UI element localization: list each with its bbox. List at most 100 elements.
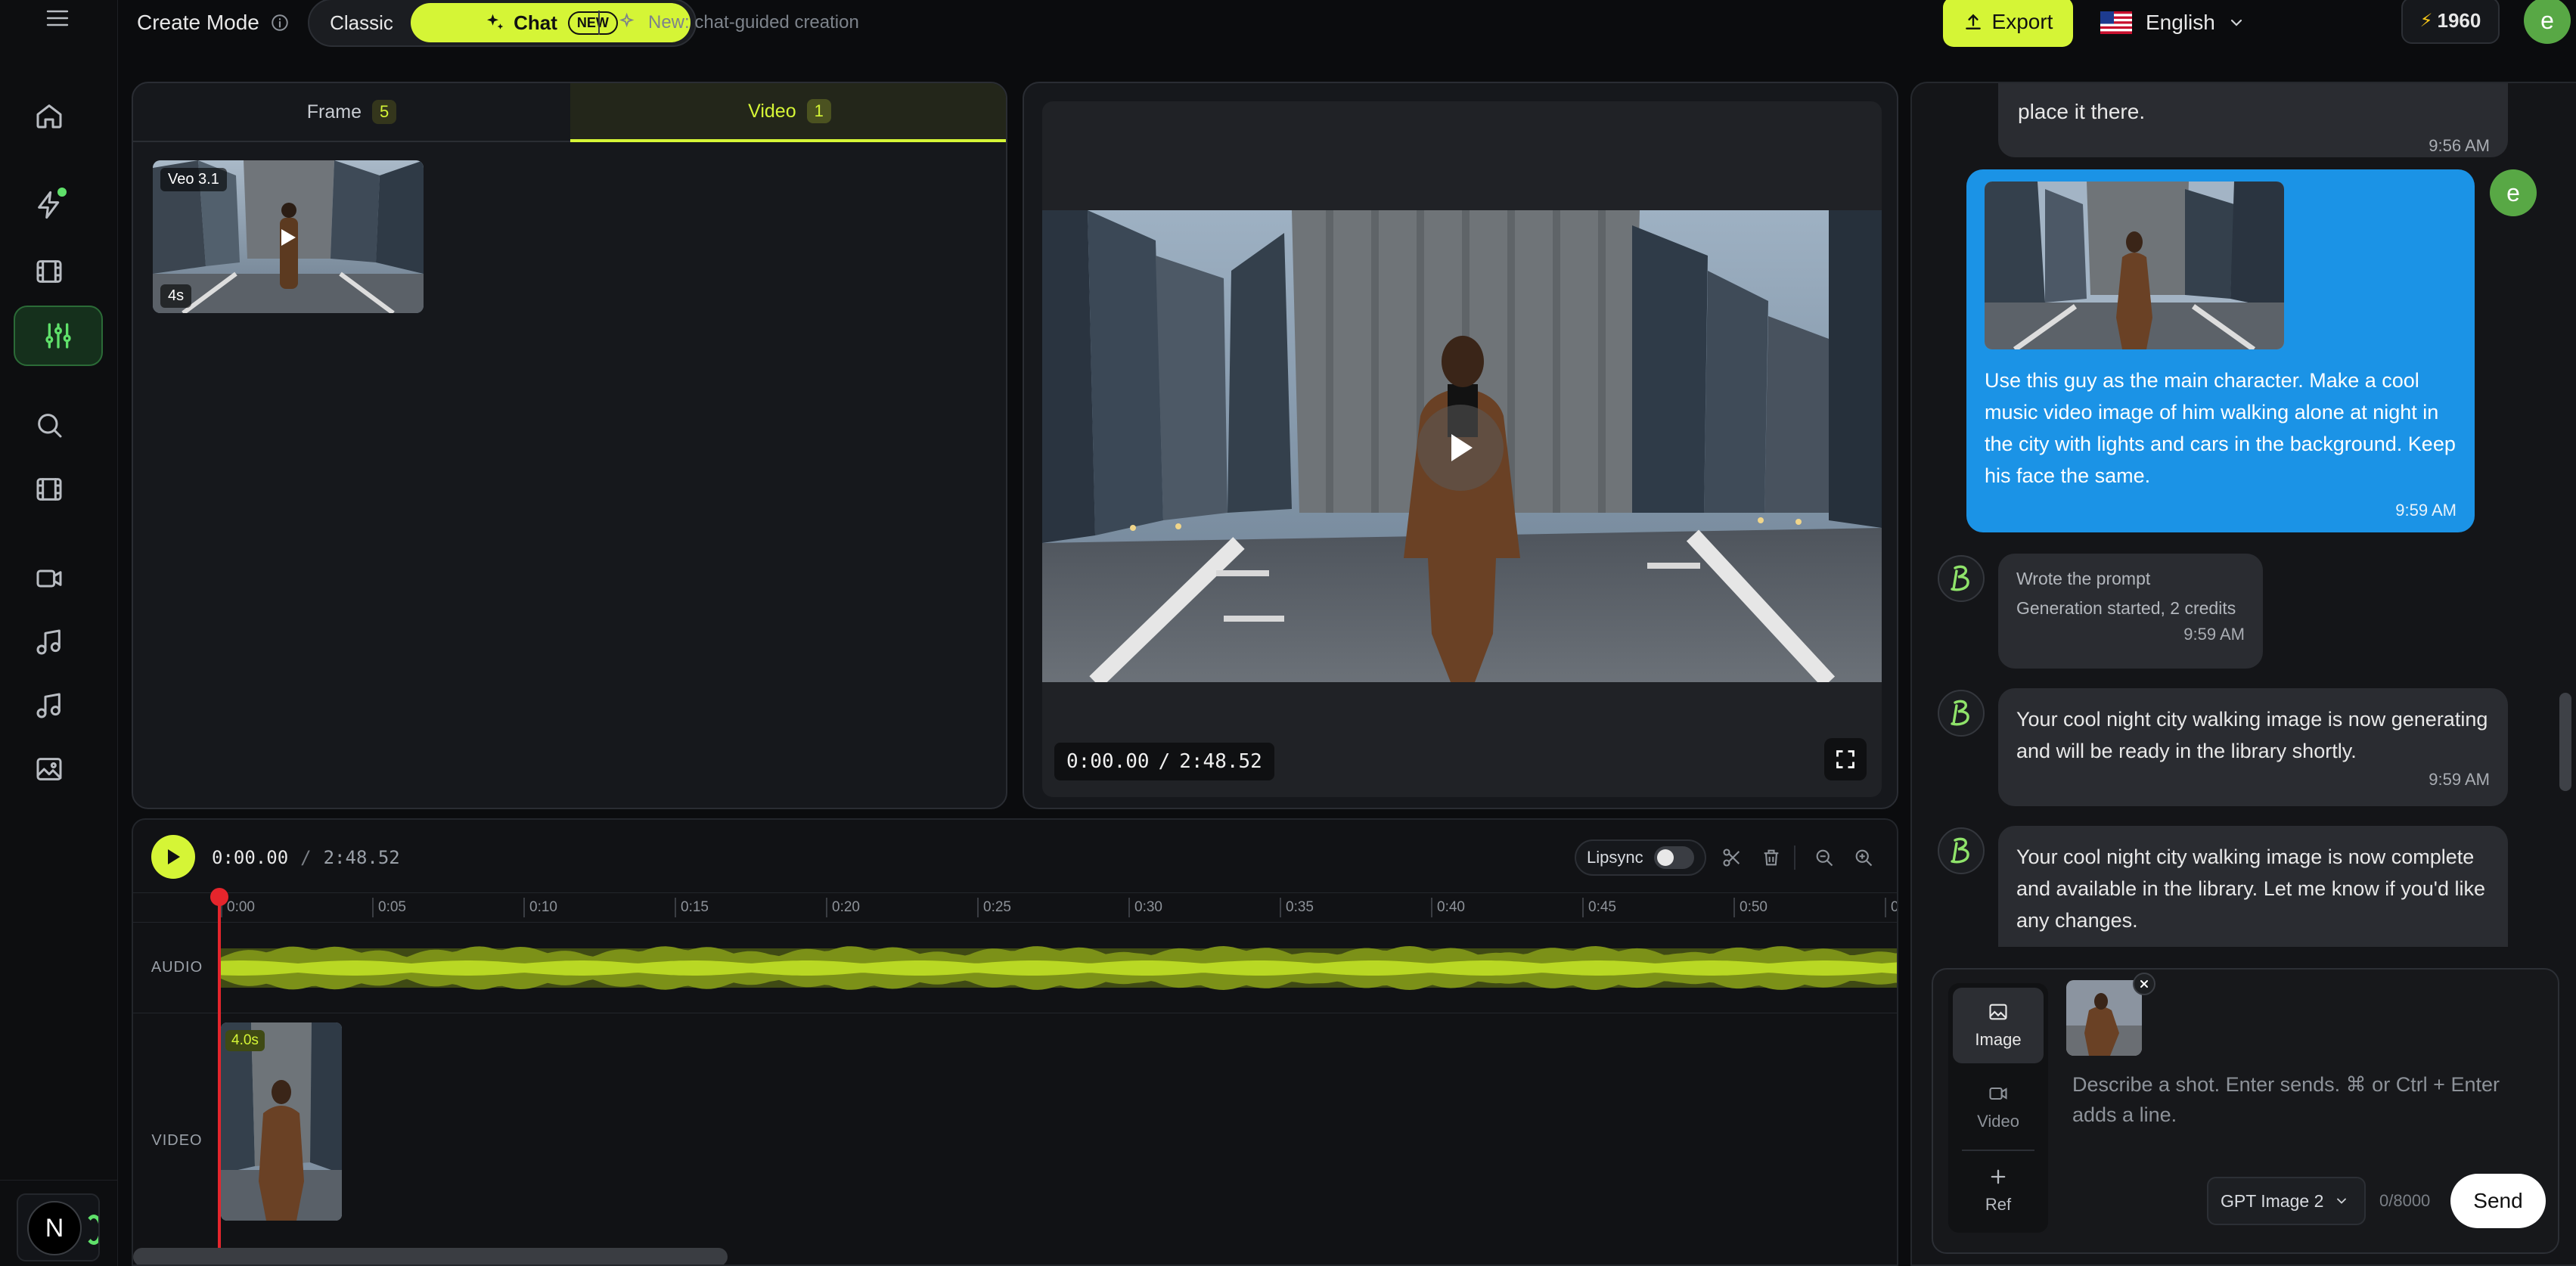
mode-image-label: Image xyxy=(1975,1030,2022,1049)
mode-image-button[interactable]: Image xyxy=(1953,988,2044,1063)
profile-avatar[interactable]: N xyxy=(27,1201,82,1255)
header-divider xyxy=(598,11,600,35)
tab-chat-label: Chat xyxy=(514,11,557,34)
preview-play-button[interactable] xyxy=(1417,405,1504,491)
mode-title: Create Mode xyxy=(137,9,290,36)
app-launcher-tile[interactable]: N xyxy=(17,1193,100,1261)
tab-frame[interactable]: Frame 5 xyxy=(133,83,570,142)
app-window: N Create Mode Classic Chat NEW New: chat… xyxy=(0,0,2576,1266)
film-icon[interactable] xyxy=(30,253,68,290)
message-text: Your cool night city walking image is no… xyxy=(2016,708,2488,762)
preview-timecode: 0:00.00 / 2:48.52 xyxy=(1054,743,1274,780)
notification-dot xyxy=(57,188,67,197)
lipsync-switch[interactable] xyxy=(1653,846,1694,869)
home-icon[interactable] xyxy=(30,97,68,135)
assistant-avatar xyxy=(1938,555,1985,602)
attached-image[interactable] xyxy=(1985,182,2284,349)
subtitle-text: New: chat-guided creation xyxy=(648,12,859,33)
film-library-icon[interactable] xyxy=(30,470,68,508)
ruler-tick-label: 0:5 xyxy=(1885,898,1897,917)
video-camera-icon xyxy=(1989,1087,2007,1100)
assistant-avatar xyxy=(1938,690,1985,737)
header-subtitle: New: chat-guided creation xyxy=(618,9,859,36)
ref-label: Ref xyxy=(1985,1195,2012,1214)
preview-time-current: 0:00.00 xyxy=(1066,750,1150,773)
info-icon[interactable] xyxy=(270,13,290,33)
video-count-badge: 1 xyxy=(806,99,831,123)
music-library-icon[interactable] xyxy=(30,687,68,725)
timeline-play-button[interactable] xyxy=(151,835,195,879)
send-button[interactable]: Send xyxy=(2450,1174,2546,1228)
zoom-in-icon[interactable] xyxy=(1853,847,1874,868)
status-line-1: Wrote the prompt xyxy=(2016,569,2151,588)
export-button[interactable]: Export xyxy=(1943,0,2073,47)
audio-track[interactable] xyxy=(221,923,1897,1013)
playhead[interactable] xyxy=(218,892,221,1264)
toolbar-divider xyxy=(1794,846,1795,870)
video-clip-thumbnail[interactable]: Veo 3.1 4s xyxy=(153,160,424,313)
brand-b-icon xyxy=(1951,565,1969,591)
ruler-tick-label: 0:15 xyxy=(675,898,709,917)
mode-video-button[interactable]: Video xyxy=(1953,1069,2044,1145)
timeline-time-separator: / xyxy=(300,847,312,868)
tab-video-label: Video xyxy=(748,100,796,122)
remove-reference-button[interactable] xyxy=(2133,973,2155,995)
reference-thumbnail-image xyxy=(2066,980,2142,1056)
play-icon[interactable] xyxy=(278,227,298,248)
attached-image-preview xyxy=(1985,182,2284,349)
playhead-handle[interactable] xyxy=(210,888,228,906)
message-text: place it there. xyxy=(2018,100,2146,123)
horizontal-scrollbar[interactable] xyxy=(133,1248,728,1264)
sparkle-icon xyxy=(487,14,504,29)
reference-thumbnail[interactable] xyxy=(2066,980,2142,1056)
ruler-tick-label: 0:30 xyxy=(1128,898,1162,917)
lipsync-label: Lipsync xyxy=(1587,848,1643,867)
ruler-tick-label: 0:25 xyxy=(977,898,1011,917)
zoom-out-icon[interactable] xyxy=(1814,847,1835,868)
ref-button[interactable]: Ref xyxy=(1953,1153,2044,1228)
message-time: 9:59 AM xyxy=(2395,501,2457,520)
user-menu[interactable]: e eiwen xyxy=(2524,0,2576,45)
tab-video[interactable]: Video 1 xyxy=(570,83,1006,142)
fullscreen-icon xyxy=(1836,750,1854,768)
model-selector[interactable]: GPT Image 2 xyxy=(2207,1177,2366,1225)
lipsync-toggle[interactable]: Lipsync xyxy=(1575,839,1706,876)
menu-icon[interactable] xyxy=(42,5,73,32)
image-icon xyxy=(1989,1004,2007,1020)
play-icon xyxy=(168,849,180,864)
chat-scroll-area[interactable]: place it there. 9:56 AM Use this guy as … xyxy=(1912,83,2576,947)
language-selector[interactable]: English xyxy=(2100,6,2245,39)
video-track-label-text: VIDEO xyxy=(151,1131,203,1149)
assistant-status-message: Wrote the prompt Generation started, 2 c… xyxy=(1998,554,2263,669)
tab-classic[interactable]: Classic xyxy=(312,3,411,42)
clip-duration-badge: 4s xyxy=(160,284,192,308)
lightning-icon[interactable] xyxy=(30,186,68,224)
scissors-icon[interactable] xyxy=(1721,847,1743,868)
video-track-clip[interactable]: 4.0s xyxy=(221,1022,342,1221)
timeline-timecode: 0:00.00 / 2:48.52 xyxy=(212,842,400,873)
credits-badge[interactable]: ⚡ 1960 xyxy=(2401,0,2500,44)
create-mode-nav-button[interactable] xyxy=(14,306,103,366)
ruler-tick-label: 0:10 xyxy=(523,898,557,917)
trash-icon[interactable] xyxy=(1761,847,1782,868)
ruler-tick-label: 0:50 xyxy=(1733,898,1768,917)
video-camera-icon[interactable] xyxy=(30,560,68,597)
fullscreen-button[interactable] xyxy=(1824,738,1867,780)
music-note-icon[interactable] xyxy=(30,623,68,661)
export-label: Export xyxy=(1991,10,2053,33)
sliders-icon xyxy=(45,323,71,349)
green-accent xyxy=(85,1215,98,1245)
image-icon[interactable] xyxy=(30,750,68,788)
chat-scrollbar[interactable] xyxy=(2559,693,2571,791)
char-count: 0/8000 xyxy=(2379,1191,2431,1210)
chat-panel: place it there. 9:56 AM Use this guy as … xyxy=(1910,82,2576,1266)
assistant-message: place it there. 9:56 AM xyxy=(1998,83,2508,157)
search-icon[interactable] xyxy=(30,406,68,444)
prompt-input[interactable]: Describe a shot. Enter sends. ⌘ or Ctrl … xyxy=(2072,1069,2541,1145)
user-avatar-initial: e xyxy=(2540,6,2554,34)
timeline-ruler[interactable]: 0:00 0:05 0:10 0:15 0:20 0:25 0:30 0:35 0:40 0:45… xyxy=(133,892,1897,923)
top-header: Create Mode Classic Chat NEW New: chat-g… xyxy=(119,0,2576,47)
video-track xyxy=(221,1013,1897,1264)
video-clip-duration: 4.0s xyxy=(225,1030,265,1051)
audio-track-label: AUDIO xyxy=(133,923,221,1013)
